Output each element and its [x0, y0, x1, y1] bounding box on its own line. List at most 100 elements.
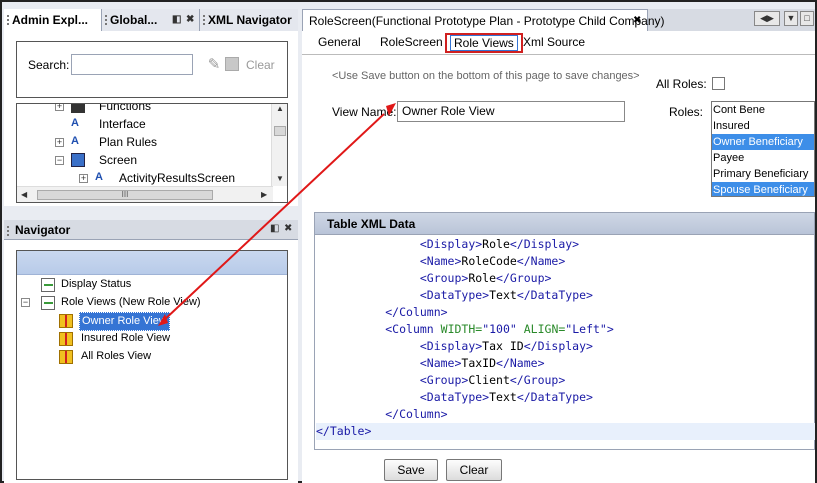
tab-global[interactable]: Global... ◧ ✖ — [102, 9, 200, 31]
role-view-icon — [59, 314, 73, 328]
collapse-icon[interactable]: − — [55, 156, 64, 165]
xml-token: </Name> — [516, 254, 566, 268]
maximize-icon[interactable]: □ — [800, 11, 814, 26]
xml-indent — [316, 373, 420, 387]
nav-item-label: Owner Role View — [79, 312, 170, 331]
editor-subtabs: General RoleScreen Role Views Xml Source — [302, 31, 815, 55]
tab-rolescreen[interactable]: RoleScreen — [380, 35, 443, 49]
tab-label: Global... — [110, 13, 158, 27]
app-window: Admin Expl... Global... ◧ ✖ XML Navigato… — [0, 0, 817, 483]
xml-token: <Column — [385, 322, 441, 336]
xml-token: Role — [482, 237, 510, 251]
navigator-header: Navigator ◧ ✖ — [4, 220, 298, 240]
tab-general[interactable]: General — [318, 35, 361, 49]
roles-listbox[interactable]: Cont Bene Insured Owner Beneficiary Paye… — [711, 101, 815, 197]
xml-token: Client — [468, 373, 510, 387]
clear-link[interactable]: Clear — [246, 58, 275, 72]
grip-handle[interactable] — [7, 15, 9, 25]
left-tab-strip: Admin Expl... Global... ◧ ✖ XML Navigato… — [4, 9, 298, 31]
xml-editor[interactable]: <Display>Role</Display> <Name>RoleCode</… — [316, 236, 815, 440]
pencil-icon[interactable]: ✎ — [205, 56, 223, 74]
close-icon[interactable]: ✖ — [633, 10, 641, 32]
editor-tab-title: RoleScreen(Functional Prototype Plan - P… — [309, 14, 665, 28]
view-name-field[interactable]: Owner Role View — [397, 101, 625, 122]
vertical-scrollbar[interactable]: ▲ ▼ — [271, 104, 287, 186]
tab-admin-explorer[interactable]: Admin Expl... — [4, 9, 102, 31]
tree-item-label: ActivityResultsScreen — [119, 171, 236, 185]
tab-xml-navigator[interactable]: XML Navigator — [200, 9, 298, 31]
grip-handle[interactable] — [7, 226, 9, 236]
view-name-label: View Name: — [332, 105, 397, 119]
navigator-panel: Display Status − Role Views (New Role Vi… — [4, 240, 298, 483]
explorer-panel: Search: ✎ Clear + Functions A Interface … — [4, 31, 298, 206]
tree-item-label: Plan Rules — [99, 135, 158, 149]
scroll-right-icon[interactable]: ▶ — [261, 190, 267, 199]
xml-line: <Display>Role</Display> — [316, 236, 815, 253]
xml-indent — [316, 271, 420, 285]
role-view-icon — [59, 350, 73, 364]
tab-role-views[interactable]: Role Views — [445, 33, 523, 53]
xml-token: </Column> — [385, 407, 448, 421]
search-input[interactable] — [71, 54, 193, 75]
xml-indent — [316, 390, 420, 404]
explorer-tree: + Functions A Interface + A Plan Rules −… — [16, 103, 288, 203]
scroll-up-icon[interactable]: ▲ — [276, 104, 284, 113]
xml-indent — [316, 407, 385, 421]
close-icon[interactable]: ✖ — [284, 223, 292, 234]
xml-token: <DataType> — [419, 288, 490, 302]
xml-indent — [316, 305, 385, 319]
scroll-thumb[interactable] — [274, 126, 286, 136]
scroll-thumb[interactable]: III — [37, 190, 213, 200]
pin-icon[interactable]: ◧ — [270, 223, 279, 234]
navigator-tree: Display Status − Role Views (New Role Vi… — [16, 250, 288, 480]
clear-button[interactable]: Clear — [446, 459, 502, 481]
tab-xml-source[interactable]: Xml Source — [523, 35, 585, 49]
tree-item-label: Functions — [99, 103, 152, 113]
role-view-icon — [59, 332, 73, 346]
xml-token: <Name> — [419, 356, 462, 370]
clear-icon[interactable] — [225, 57, 239, 71]
expand-icon[interactable]: + — [55, 138, 64, 147]
horizontal-scrollbar[interactable]: ◀ III ▶ — [17, 186, 273, 202]
editor-tab[interactable]: RoleScreen(Functional Prototype Plan - P… — [302, 9, 665, 32]
all-roles-label: All Roles: — [656, 77, 707, 91]
xml-indent — [316, 237, 420, 251]
xml-panel-title: Table XML Data — [327, 217, 416, 231]
xml-indent — [316, 288, 420, 302]
all-roles-checkbox[interactable] — [712, 77, 725, 90]
grip-handle[interactable] — [105, 15, 107, 25]
scroll-left-icon[interactable]: ◀ — [21, 190, 27, 199]
xml-token: WIDTH= — [440, 322, 483, 336]
nav-item-label: All Roles View — [81, 350, 152, 362]
scroll-down-icon[interactable]: ▼ — [276, 174, 284, 183]
pin-icon[interactable]: ◧ — [172, 9, 181, 31]
chevron-down-icon[interactable]: ▼ — [784, 11, 798, 26]
role-option[interactable]: Owner Beneficiary — [712, 134, 814, 150]
navigator-band — [17, 251, 287, 275]
role-option[interactable]: Insured — [712, 118, 814, 134]
xml-line: </Table> — [316, 423, 815, 440]
role-option[interactable]: Cont Bene — [712, 102, 814, 118]
role-option[interactable]: Payee — [712, 150, 814, 166]
xml-token: <Display> — [419, 237, 483, 251]
editor-tab-strip: RoleScreen(Functional Prototype Plan - P… — [302, 9, 815, 31]
xml-token: </DataType> — [516, 390, 593, 404]
xml-token: "100" — [482, 322, 517, 336]
xml-token: </Display> — [509, 237, 580, 251]
tab-scroll-icon[interactable]: ◀▶ — [754, 11, 780, 26]
collapse-icon[interactable]: − — [21, 298, 30, 307]
close-icon[interactable]: ✖ — [186, 9, 194, 31]
xml-token: Text — [489, 390, 517, 404]
save-button[interactable]: Save — [384, 459, 438, 481]
expand-icon[interactable]: + — [55, 104, 64, 111]
role-option[interactable]: Primary Beneficiary — [712, 166, 814, 182]
xml-token — [517, 322, 524, 336]
xml-token: <Group> — [419, 271, 469, 285]
role-option[interactable]: Spouse Beneficiary — [712, 182, 814, 196]
xml-token: </Group> — [509, 373, 566, 387]
tab-label: Role Views — [450, 35, 518, 51]
xml-indent — [316, 356, 420, 370]
expand-icon[interactable]: + — [79, 174, 88, 183]
grip-handle[interactable] — [203, 15, 205, 25]
search-box: Search: ✎ Clear — [16, 41, 288, 98]
